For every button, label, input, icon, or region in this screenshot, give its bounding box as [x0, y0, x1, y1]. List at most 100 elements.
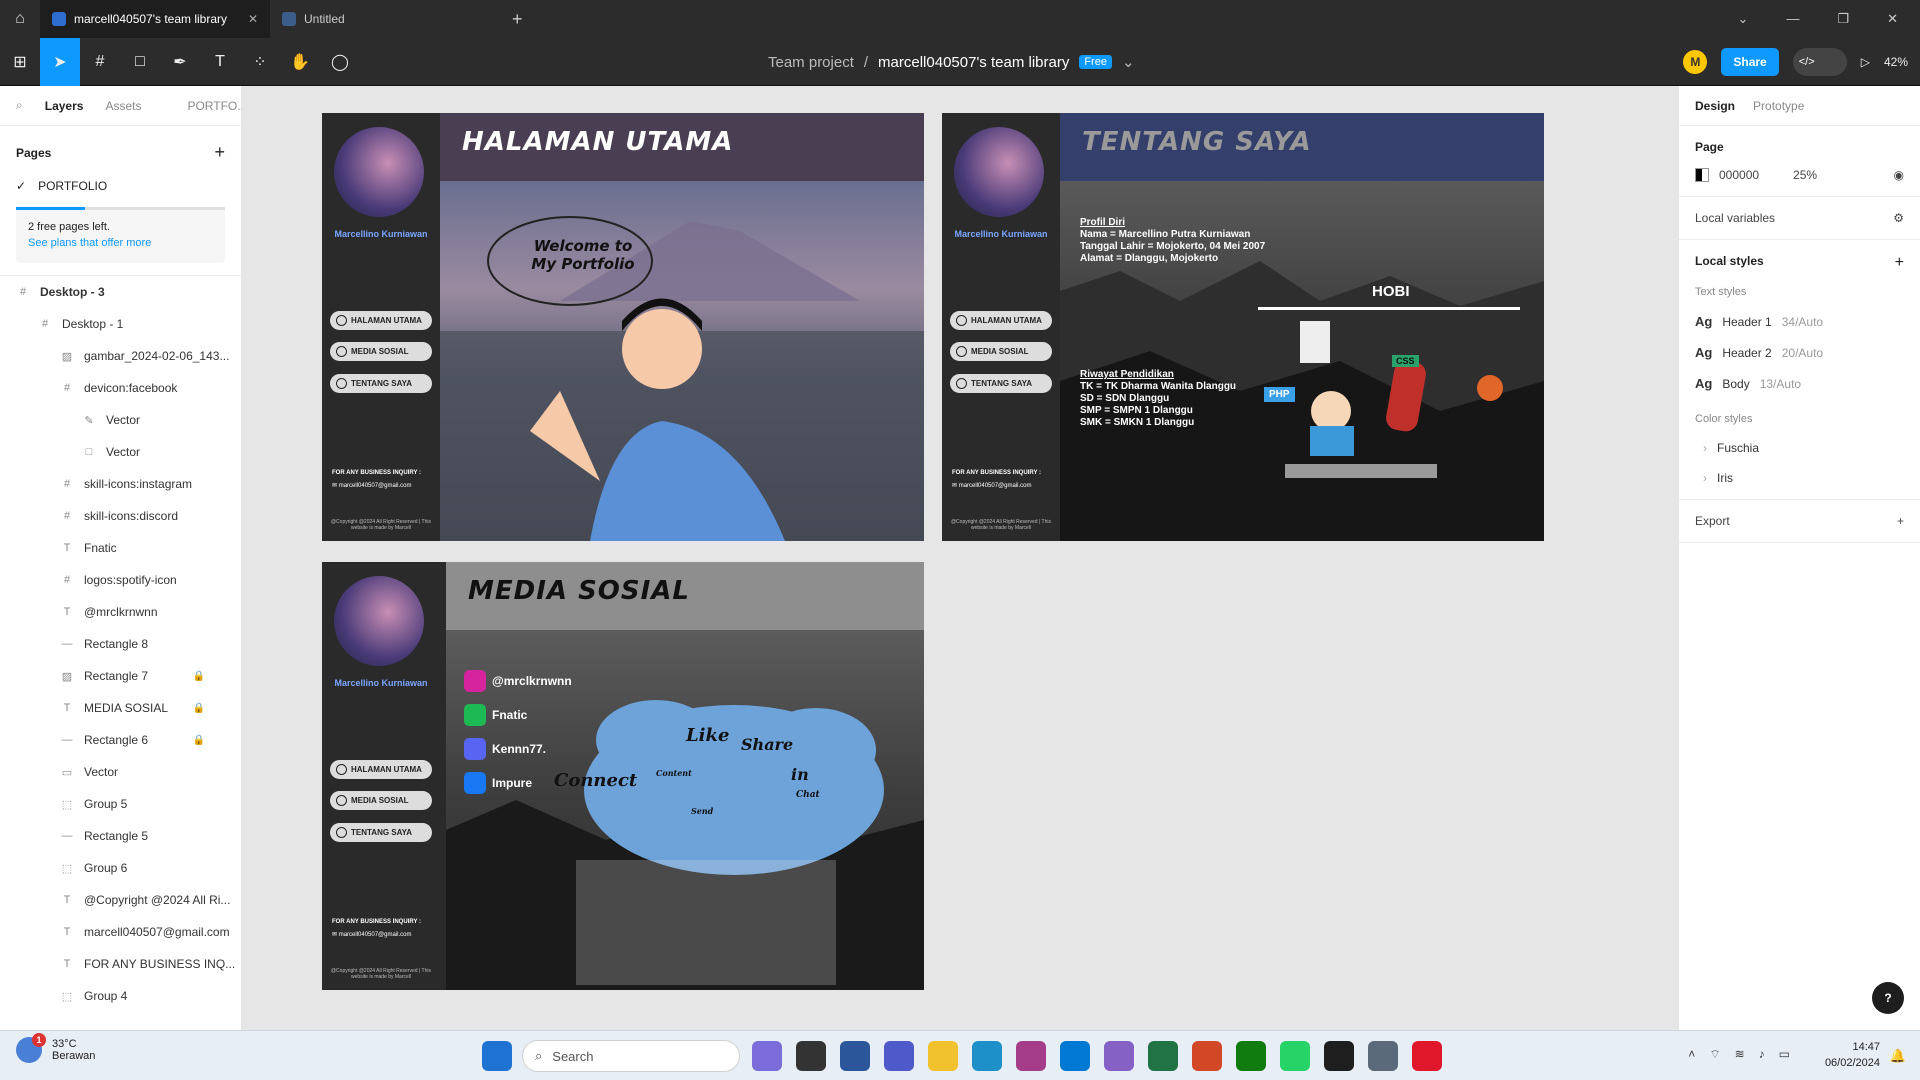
layer-row[interactable]: # Desktop - 1 — [0, 308, 241, 340]
hand-tool-icon[interactable]: ✋ — [280, 38, 320, 86]
windows-start-icon[interactable] — [482, 1041, 512, 1071]
lock-icon[interactable]: 🔒 — [193, 703, 205, 714]
present-icon[interactable]: ▷ — [1861, 55, 1870, 69]
layer-row[interactable]: ▨ Rectangle 7 🔒 — [0, 660, 241, 692]
color-swatch[interactable] — [1695, 168, 1709, 182]
layer-row[interactable]: # Desktop - 3 — [0, 276, 241, 308]
home-icon[interactable]: ⌂ — [0, 0, 40, 38]
text-style-item[interactable]: Ag Header 2 20/Auto — [1695, 345, 1904, 360]
layer-row[interactable]: # devicon:facebook — [0, 372, 241, 404]
teams-icon[interactable] — [884, 1041, 914, 1071]
zoom-level[interactable]: 42% — [1884, 55, 1908, 69]
layer-row[interactable]: T @mrclkrnwnn — [0, 596, 241, 628]
new-tab-button[interactable]: + — [500, 9, 535, 30]
resources-icon[interactable]: ⁘ — [240, 38, 280, 86]
add-style-icon[interactable]: + — [1895, 254, 1904, 272]
dev-mode-toggle[interactable]: </> — [1792, 48, 1847, 76]
powerpoint-icon[interactable] — [1192, 1041, 1222, 1071]
layer-row[interactable]: — Rectangle 6 🔒 — [0, 724, 241, 756]
frame-tool-icon[interactable]: # — [80, 38, 120, 86]
layer-row[interactable]: — Rectangle 8 — [0, 628, 241, 660]
pen-tool-icon[interactable]: ✒ — [160, 38, 200, 86]
tab-prototype[interactable]: Prototype — [1753, 99, 1804, 113]
search-icon[interactable]: ⌕ — [16, 98, 23, 113]
word-icon[interactable] — [840, 1041, 870, 1071]
add-page-icon[interactable]: + — [214, 142, 225, 163]
text-style-item[interactable]: Ag Header 1 34/Auto — [1695, 314, 1904, 329]
file-explorer-icon[interactable] — [928, 1041, 958, 1071]
copilot-icon[interactable] — [752, 1041, 782, 1071]
layer-row[interactable]: # skill-icons:instagram — [0, 468, 241, 500]
move-tool-icon[interactable]: ➤ — [40, 37, 80, 86]
tab-assets[interactable]: Assets — [105, 99, 141, 113]
layer-row[interactable]: T Fnatic — [0, 532, 241, 564]
page-color-input[interactable]: 000000 — [1719, 168, 1759, 182]
taskbar-search[interactable]: ⌕ Search — [522, 1040, 740, 1072]
chevron-down-icon[interactable]: ⌄ — [1122, 53, 1135, 71]
nav-tentang-saya[interactable]: TENTANG SAYA — [950, 374, 1052, 393]
page-item-portfolio[interactable]: ✓ PORTFOLIO — [0, 171, 241, 201]
color-style-item[interactable]: › Fuschia — [1695, 441, 1904, 455]
visual-studio-icon[interactable] — [1104, 1041, 1134, 1071]
layer-row[interactable]: T FOR ANY BUSINESS INQ... — [0, 948, 241, 980]
opera-icon[interactable] — [1412, 1041, 1442, 1071]
xbox-icon[interactable] — [1236, 1041, 1266, 1071]
layer-row[interactable]: □ Vector — [0, 436, 241, 468]
nav-media-sosial[interactable]: MEDIA SOSIAL — [950, 342, 1052, 361]
export-label[interactable]: Export — [1695, 514, 1730, 528]
nav-halaman-utama[interactable]: HALAMAN UTAMA — [330, 311, 432, 330]
minimize-button[interactable]: — — [1786, 11, 1799, 27]
lock-icon[interactable]: 🔒 — [193, 735, 205, 746]
close-icon[interactable]: ✕ — [248, 12, 258, 26]
add-export-icon[interactable]: + — [1897, 514, 1904, 528]
tab-team-library[interactable]: marcell040507's team library ✕ — [40, 0, 270, 38]
settings-icon[interactable] — [1368, 1041, 1398, 1071]
layer-row[interactable]: ⬚ Group 6 — [0, 852, 241, 884]
rectangle-tool-icon[interactable]: □ — [120, 38, 160, 86]
share-button[interactable]: Share — [1721, 48, 1779, 76]
upsell-link[interactable]: See plans that offer more — [28, 237, 151, 249]
project-name[interactable]: Team project — [768, 54, 854, 71]
task-view-icon[interactable] — [796, 1041, 826, 1071]
network-icon[interactable]: ⌔ — [1709, 1047, 1720, 1062]
layer-row[interactable]: # logos:spotify-icon — [0, 564, 241, 596]
nav-media-sosial[interactable]: MEDIA SOSIAL — [330, 791, 432, 810]
frame-halaman-utama[interactable]: Marcellino Kurniawan HALAMAN UTAMA MEDIA… — [322, 113, 924, 541]
canvas[interactable]: Marcellino Kurniawan HALAMAN UTAMA MEDIA… — [242, 86, 1678, 1030]
chevron-down-icon[interactable]: ⌄ — [1738, 11, 1749, 27]
frame-tentang-saya[interactable]: Marcellino Kurniawan HALAMAN UTAMA MEDIA… — [942, 113, 1544, 541]
close-window-button[interactable]: ✕ — [1887, 11, 1898, 27]
figma-icon[interactable] — [1324, 1041, 1354, 1071]
notification-bell-icon[interactable]: 🔔 — [1890, 1048, 1906, 1064]
nav-halaman-utama[interactable]: HALAMAN UTAMA — [330, 760, 432, 779]
sliders-icon[interactable]: ⚙ — [1893, 211, 1904, 225]
layer-row[interactable]: # skill-icons:discord — [0, 500, 241, 532]
tab-design[interactable]: Design — [1695, 99, 1735, 113]
wifi-icon[interactable]: ≋ — [1735, 1047, 1745, 1062]
frame-media-sosial[interactable]: Marcellino Kurniawan HALAMAN UTAMA MEDIA… — [322, 562, 924, 990]
podcast-icon[interactable] — [1016, 1041, 1046, 1071]
edge-icon[interactable] — [972, 1041, 1002, 1071]
tab-layers[interactable]: Layers — [45, 99, 84, 113]
battery-icon[interactable]: ▭ — [1779, 1047, 1790, 1062]
whatsapp-icon[interactable] — [1280, 1041, 1310, 1071]
layer-row[interactable]: ✎ Vector — [0, 404, 241, 436]
avatar[interactable]: M — [1683, 50, 1708, 74]
lock-icon[interactable]: 🔒 — [193, 671, 205, 682]
layer-row[interactable]: ⬚ Group 5 — [0, 788, 241, 820]
layer-row[interactable]: T MEDIA SOSIAL 🔒 — [0, 692, 241, 724]
layer-row[interactable]: — Rectangle 5 — [0, 820, 241, 852]
page-selector[interactable]: PORTFO... — [187, 99, 247, 113]
page-opacity-input[interactable]: 25% — [1793, 168, 1817, 182]
eye-icon[interactable]: ◉ — [1894, 168, 1904, 182]
local-variables-label[interactable]: Local variables — [1695, 211, 1775, 225]
tab-untitled[interactable]: Untitled — [270, 0, 500, 38]
file-name[interactable]: marcell040507's team library — [878, 54, 1069, 71]
help-button[interactable]: ? — [1872, 982, 1904, 1014]
layer-row[interactable]: T @Copyright @2024 All Ri... — [0, 884, 241, 916]
layer-row[interactable]: ▭ Vector — [0, 756, 241, 788]
layer-row[interactable]: ▨ gambar_2024-02-06_143... — [0, 340, 241, 372]
nav-tentang-saya[interactable]: TENTANG SAYA — [330, 374, 432, 393]
layer-row[interactable]: Tmarcell040507@gmail.com — [0, 916, 241, 948]
nav-tentang-saya[interactable]: TENTANG SAYA — [330, 823, 432, 842]
